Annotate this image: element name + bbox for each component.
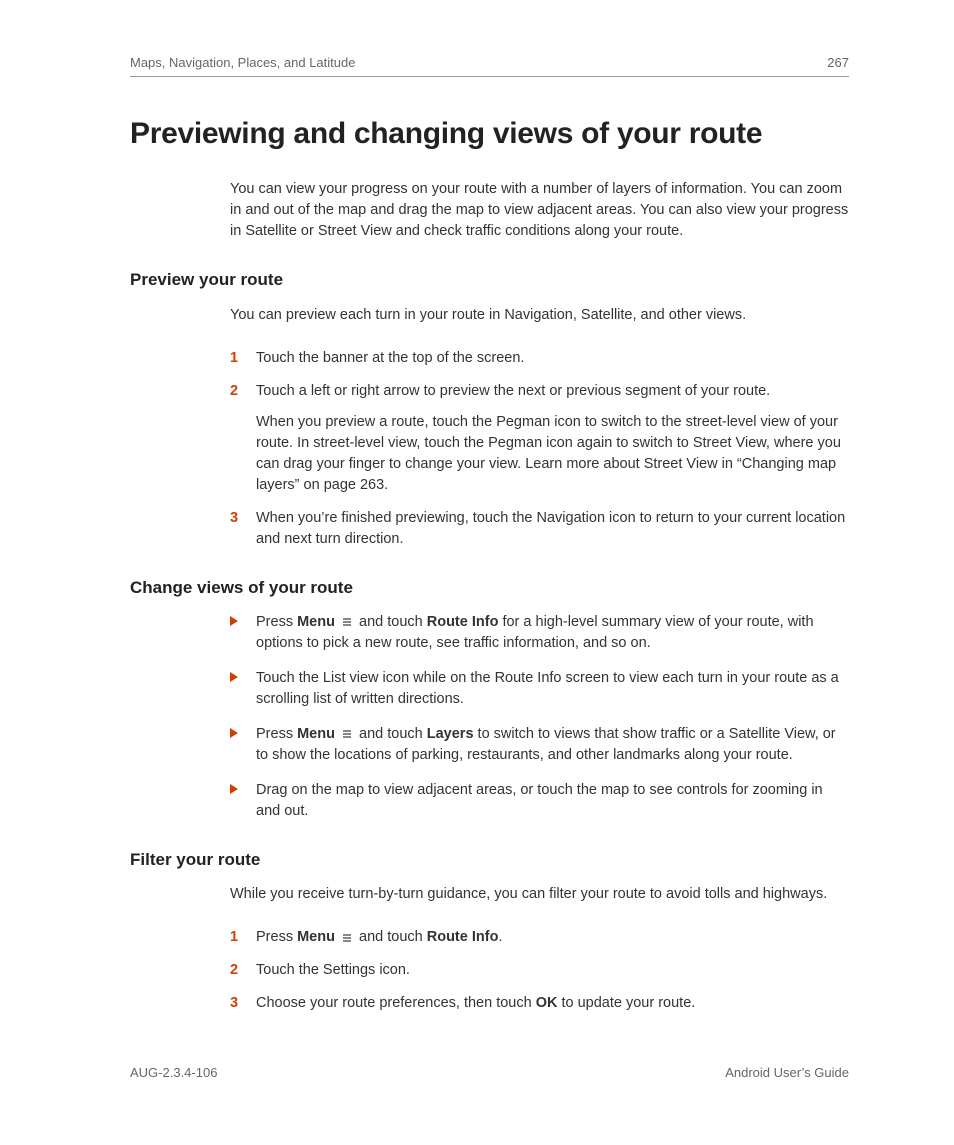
triangle-bullet-icon	[230, 728, 238, 738]
bullet-text: Drag on the map to view adjacent areas, …	[256, 782, 823, 819]
page-footer: AUG-2.3.4-106 Android User’s Guide	[130, 1065, 849, 1080]
bullet-text: Press Menu and touch Route Info for a hi…	[256, 614, 814, 651]
preview-steps-list: 1 Touch the banner at the top of the scr…	[230, 348, 849, 550]
change-bullets-list: Press Menu and touch Route Info for a hi…	[230, 612, 849, 822]
section-heading-change: Change views of your route	[130, 578, 849, 598]
step-item: 2 Touch the Settings icon.	[230, 960, 849, 981]
footer-right: Android User’s Guide	[725, 1065, 849, 1080]
document-page: Maps, Navigation, Places, and Latitude 2…	[0, 0, 954, 1145]
footer-left: AUG-2.3.4-106	[130, 1065, 217, 1080]
bullet-item: Drag on the map to view adjacent areas, …	[230, 780, 849, 822]
bullet-item: Press Menu and touch Layers to switch to…	[230, 724, 849, 766]
step-text: When you’re finished previewing, touch t…	[256, 510, 845, 547]
step-number: 3	[230, 993, 238, 1014]
step-text: Touch a left or right arrow to preview t…	[256, 383, 770, 399]
step-item: 2 Touch a left or right arrow to preview…	[230, 381, 849, 496]
menu-icon	[341, 616, 353, 628]
bullet-text: Press Menu and touch Layers to switch to…	[256, 726, 836, 763]
bullet-text: Touch the List view icon while on the Ro…	[256, 670, 839, 707]
step-text: Touch the Settings icon.	[256, 962, 410, 978]
step-text: Press Menu and touch Route Info.	[256, 929, 502, 945]
section3-lead: While you receive turn-by-turn guidance,…	[230, 884, 849, 905]
step-number: 1	[230, 927, 238, 948]
breadcrumb: Maps, Navigation, Places, and Latitude	[130, 55, 355, 70]
menu-icon	[341, 728, 353, 740]
step-item: 3 Choose your route preferences, then to…	[230, 993, 849, 1014]
intro-paragraph: You can view your progress on your route…	[230, 179, 849, 242]
step-item: 1 Touch the banner at the top of the scr…	[230, 348, 849, 369]
filter-steps-list: 1 Press Menu and touch Route Info. 2 Tou…	[230, 927, 849, 1014]
step-text: Choose your route preferences, then touc…	[256, 995, 695, 1011]
step-item: 1 Press Menu and touch Route Info.	[230, 927, 849, 948]
step-text: Touch the banner at the top of the scree…	[256, 350, 524, 366]
step-number: 1	[230, 348, 238, 369]
step-number: 2	[230, 960, 238, 981]
page-title: Previewing and changing views of your ro…	[130, 117, 849, 151]
step-extra: When you preview a route, touch the Pegm…	[256, 412, 849, 496]
triangle-bullet-icon	[230, 784, 238, 794]
step-number: 3	[230, 508, 238, 529]
bullet-item: Touch the List view icon while on the Ro…	[230, 668, 849, 710]
page-header: Maps, Navigation, Places, and Latitude 2…	[130, 55, 849, 77]
menu-icon	[341, 932, 353, 944]
section-heading-preview: Preview your route	[130, 270, 849, 290]
step-number: 2	[230, 381, 238, 402]
triangle-bullet-icon	[230, 672, 238, 682]
section1-lead: You can preview each turn in your route …	[230, 305, 849, 326]
bullet-item: Press Menu and touch Route Info for a hi…	[230, 612, 849, 654]
triangle-bullet-icon	[230, 616, 238, 626]
step-item: 3 When you’re finished previewing, touch…	[230, 508, 849, 550]
page-number: 267	[827, 55, 849, 70]
section-heading-filter: Filter your route	[130, 850, 849, 870]
